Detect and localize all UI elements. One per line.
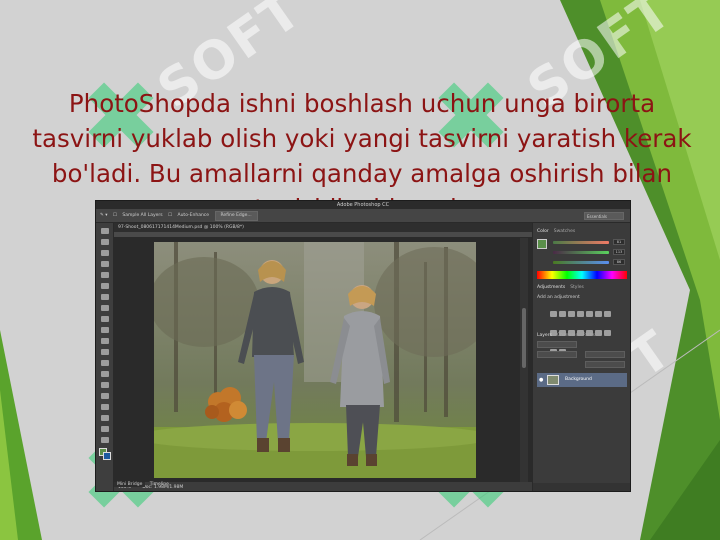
shape-tool-icon[interactable] [100, 415, 109, 421]
window-title: Adobe Photoshop CC [96, 201, 630, 209]
blue-value[interactable]: 86 [613, 259, 625, 265]
tab-paths[interactable]: Paths [583, 333, 595, 338]
layer-thumbnail [547, 375, 559, 385]
mini-bridge-tabs: Mini Bridge Timeline [114, 482, 172, 487]
document-tab[interactable]: 97-Shoot_080617171414Medium.psd @ 100% (… [114, 223, 532, 232]
pen-tool-icon[interactable] [100, 382, 109, 388]
tab-timeline[interactable]: Timeline [147, 482, 172, 487]
exposure-icon[interactable] [577, 311, 584, 317]
crop-tool-icon[interactable] [100, 272, 109, 278]
levels-icon[interactable] [559, 311, 566, 317]
color-balance-icon[interactable] [604, 311, 611, 317]
red-value[interactable]: 81 [613, 239, 625, 245]
blur-tool-icon[interactable] [100, 360, 109, 366]
tab-layers[interactable]: Layers [537, 333, 552, 338]
green-value[interactable]: 113 [613, 249, 625, 255]
sample-all-layers-label: Sample All Layers [122, 213, 163, 218]
history-brush-icon[interactable] [100, 327, 109, 333]
tab-swatches[interactable]: Swatches [554, 229, 576, 234]
options-bar: ✎ ▾ ☐ Sample All Layers ☐ Auto-Enhance R… [96, 209, 630, 223]
layer-filter-select[interactable] [537, 341, 577, 348]
photo-canvas [154, 242, 476, 478]
tab-adjustments[interactable]: Adjustments [537, 285, 565, 290]
type-tool-icon[interactable] [100, 393, 109, 399]
move-tool-icon[interactable] [100, 228, 109, 234]
healing-tool-icon[interactable] [100, 294, 109, 300]
auto-enhance-checkbox[interactable]: ☐ Auto-Enhance [168, 209, 209, 223]
marquee-tool-icon[interactable] [100, 239, 109, 245]
path-select-icon[interactable] [100, 404, 109, 410]
tab-mini-bridge[interactable]: Mini Bridge [114, 482, 146, 487]
brightness-icon[interactable] [550, 311, 557, 317]
color-panel-tabs: Color Swatches [537, 229, 575, 234]
foreground-color-icon[interactable] [537, 239, 547, 249]
zoom-tool-icon[interactable] [100, 437, 109, 443]
canvas-area[interactable] [114, 238, 532, 482]
photo-image [154, 242, 476, 478]
hand-tool-icon[interactable] [100, 426, 109, 432]
eraser-tool-icon[interactable] [100, 338, 109, 344]
right-panels: Color Swatches 81 113 86 Adjustments Style… [532, 223, 630, 491]
refine-edge-button[interactable]: Refine Edge... [214, 211, 258, 221]
fill-field[interactable] [585, 361, 625, 368]
hue-saturation-icon[interactable] [595, 311, 602, 317]
stamp-tool-icon[interactable] [100, 316, 109, 322]
add-adjustment-label: Add an adjustment [537, 295, 580, 300]
tab-color[interactable]: Color [537, 229, 549, 234]
tab-styles[interactable]: Styles [570, 285, 584, 290]
brush-tool-icon[interactable] [100, 305, 109, 311]
curves-icon[interactable] [568, 311, 575, 317]
layer-name: Background [565, 377, 592, 382]
blend-mode-select[interactable] [537, 351, 577, 358]
color-spectrum[interactable] [537, 271, 627, 279]
quick-select-tool-icon[interactable] [100, 261, 109, 267]
sample-all-layers-checkbox[interactable]: ☐ Sample All Layers [113, 209, 163, 223]
gradient-tool-icon[interactable] [100, 349, 109, 355]
tools-panel [96, 223, 114, 491]
layers-panel-footer [533, 483, 630, 491]
layers-panel-tabs: Layers Channels Paths [537, 333, 595, 338]
red-slider[interactable] [553, 241, 609, 244]
eye-icon[interactable]: ● [539, 377, 543, 383]
vertical-scrollbar[interactable] [520, 238, 528, 482]
threshold-icon[interactable] [604, 330, 611, 336]
blue-slider[interactable] [553, 261, 609, 264]
status-bar: 100% Doc: 1.98M/1.98M [114, 482, 532, 491]
tool-preset-icon[interactable]: ✎ ▾ [100, 209, 107, 223]
slide-title: PhotoShopda ishni boshlash uchun unga bi… [32, 89, 692, 204]
adjustments-panel-tabs: Adjustments Styles [537, 285, 584, 290]
dodge-tool-icon[interactable] [100, 371, 109, 377]
eyedropper-tool-icon[interactable] [100, 283, 109, 289]
auto-enhance-label: Auto-Enhance [177, 213, 210, 218]
workspace-select[interactable]: Essentials [584, 212, 624, 220]
layer-row[interactable]: ● Background [537, 373, 627, 387]
photoshop-window: Adobe Photoshop CC ✎ ▾ ☐ Sample All Laye… [95, 200, 631, 492]
tab-channels[interactable]: Channels [557, 333, 578, 338]
opacity-field[interactable] [585, 351, 625, 358]
lasso-tool-icon[interactable] [100, 250, 109, 256]
vibrance-icon[interactable] [586, 311, 593, 317]
slide: SOFT SOFT SOFT PhotoShopda ishni boshlas… [0, 0, 720, 540]
green-slider[interactable] [553, 251, 609, 254]
posterize-icon[interactable] [595, 330, 602, 336]
color-swatches-icon[interactable] [98, 448, 111, 460]
